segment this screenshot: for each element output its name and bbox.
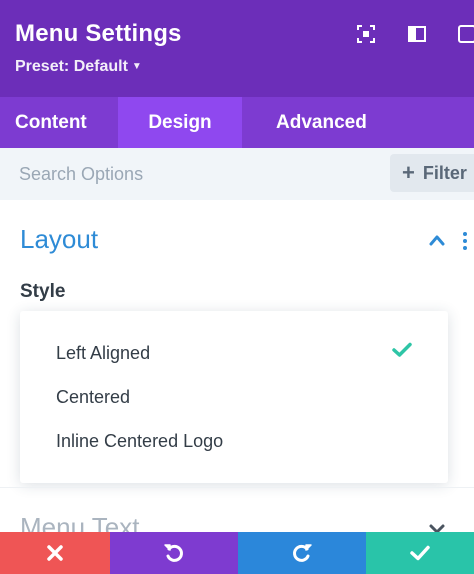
divider <box>0 487 474 488</box>
filter-button[interactable]: + Filter <box>390 154 474 192</box>
caret-down-icon: ▼ <box>131 61 142 72</box>
kebab-menu-icon[interactable] <box>461 231 469 251</box>
expand-icon[interactable] <box>356 24 376 44</box>
menu-settings-panel: Menu Settings Preset: Default ▼ Content D… <box>0 0 474 574</box>
redo-button[interactable] <box>238 532 366 574</box>
tab-bar: Content Design Advanced <box>0 97 474 148</box>
check-icon <box>410 545 430 561</box>
sidebar-icon[interactable] <box>407 24 427 44</box>
tab-design[interactable]: Design <box>118 97 242 148</box>
check-icon <box>392 342 412 358</box>
tab-content[interactable]: Content <box>0 97 118 148</box>
tab-advanced[interactable]: Advanced <box>242 97 367 148</box>
search-input[interactable] <box>0 148 386 200</box>
discard-button[interactable] <box>0 532 110 574</box>
option-centered[interactable]: Centered <box>56 387 130 408</box>
panel-title: Menu Settings <box>15 20 182 47</box>
chevron-up-icon[interactable] <box>428 233 446 247</box>
style-label: Style <box>20 281 66 302</box>
close-icon <box>47 545 63 561</box>
filter-label: Filter <box>422 162 467 183</box>
redo-icon <box>293 544 312 562</box>
style-dropdown-list: Left Aligned Centered Inline Centered Lo… <box>20 311 448 483</box>
more-icon[interactable] <box>455 24 474 44</box>
header: Menu Settings Preset: Default ▼ <box>0 0 474 97</box>
preset-selector[interactable]: Preset: Default ▼ <box>15 58 142 76</box>
option-inline-centered-logo[interactable]: Inline Centered Logo <box>56 431 223 452</box>
footer-actions <box>0 532 474 574</box>
search-bar: + Filter <box>0 148 474 200</box>
section-title-layout[interactable]: Layout <box>20 224 98 255</box>
undo-button[interactable] <box>110 532 238 574</box>
plus-icon: + <box>402 160 415 185</box>
preset-label: Preset: Default <box>15 58 128 75</box>
option-left-aligned[interactable]: Left Aligned <box>56 343 150 364</box>
save-button[interactable] <box>366 532 474 574</box>
undo-icon <box>164 544 183 562</box>
